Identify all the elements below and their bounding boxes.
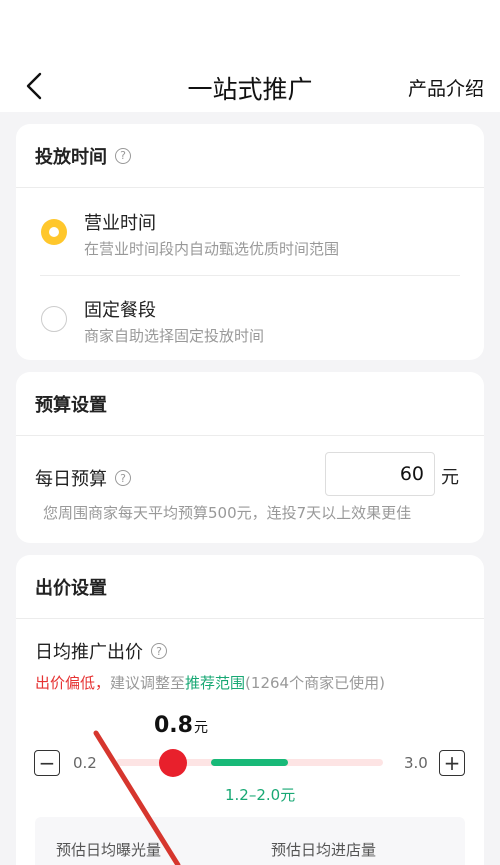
bid-header: 出价设置	[16, 555, 484, 619]
daily-budget-input[interactable]: 60	[325, 452, 435, 496]
option-desc: 在营业时间段内自动甄选优质时间范围	[84, 240, 340, 258]
bid-card: 出价设置 日均推广出价 ? 出价偏低，建议调整至推荐范围(1264个商家已使用)…	[16, 555, 484, 865]
daily-bid-label: 日均推广出价 ?	[35, 638, 167, 664]
radio-selected[interactable]	[41, 219, 67, 245]
option-desc: 商家自助选择固定投放时间	[84, 327, 265, 345]
option-title: 营业时间	[84, 213, 156, 234]
current-bid-unit: 元	[193, 720, 208, 736]
recommended-range-bar	[211, 759, 288, 766]
bid-max-label: 3.0	[404, 754, 428, 772]
help-icon[interactable]: ?	[151, 643, 167, 659]
recommended-range-label: 1.2–2.0元	[225, 786, 296, 804]
decrease-bid-button[interactable]: −	[34, 750, 60, 776]
current-bid-number: 0.8	[154, 713, 193, 738]
bid-suggest: 建议调整至	[110, 674, 186, 692]
increase-bid-button[interactable]: +	[439, 750, 465, 776]
product-intro-link[interactable]: 产品介绍	[408, 74, 484, 101]
status-bar	[0, 0, 500, 60]
daily-budget-label: 每日预算 ?	[35, 465, 131, 491]
schedule-header: 投放时间 ?	[16, 124, 484, 188]
radio-unselected[interactable]	[41, 306, 67, 332]
help-icon[interactable]: ?	[115, 470, 131, 486]
budget-card: 预算设置 每日预算 ? 60 元 您周围商家每天平均预算500元，连投7天以上效…	[16, 372, 484, 543]
bid-min-label: 0.2	[73, 754, 97, 772]
budget-title: 预算设置	[35, 394, 107, 416]
schedule-title: 投放时间	[35, 146, 107, 168]
est-visits-label: 预估日均进店量	[271, 841, 377, 859]
help-icon[interactable]: ?	[115, 147, 131, 164]
current-bid-value: 0.8元	[154, 713, 208, 738]
recommended-range-link[interactable]: 推荐范围	[185, 674, 245, 692]
estimate-panel: 预估日均曝光量 预估日均进店量	[35, 817, 465, 865]
bid-slider-thumb[interactable]	[159, 749, 188, 777]
option-fixed-meal[interactable]: 固定餐段 商家自助选择固定投放时间	[16, 275, 484, 360]
bid-warning: 出价偏低，	[35, 674, 111, 692]
option-title: 固定餐段	[84, 300, 156, 321]
bid-tip: 出价偏低，建议调整至推荐范围(1264个商家已使用)	[35, 672, 385, 693]
nav-bar: 一站式推广 产品介绍	[0, 60, 500, 112]
est-exposure-label: 预估日均曝光量	[56, 841, 162, 859]
daily-budget-row: 每日预算 ? 60 元	[16, 436, 484, 500]
budget-unit: 元	[441, 467, 459, 488]
budget-tip: 您周围商家每天平均预算500元，连投7天以上效果更佳	[43, 504, 412, 522]
budget-header: 预算设置	[16, 372, 484, 436]
bid-usage: (1264个商家已使用)	[245, 674, 385, 692]
bid-title: 出价设置	[35, 577, 107, 599]
daily-bid-text: 日均推广出价	[35, 642, 143, 663]
daily-budget-text: 每日预算	[35, 469, 107, 490]
schedule-card: 投放时间 ? 营业时间 在营业时间段内自动甄选优质时间范围 固定餐段 商家自助选…	[16, 124, 484, 360]
option-business-hours[interactable]: 营业时间 在营业时间段内自动甄选优质时间范围	[16, 188, 484, 276]
